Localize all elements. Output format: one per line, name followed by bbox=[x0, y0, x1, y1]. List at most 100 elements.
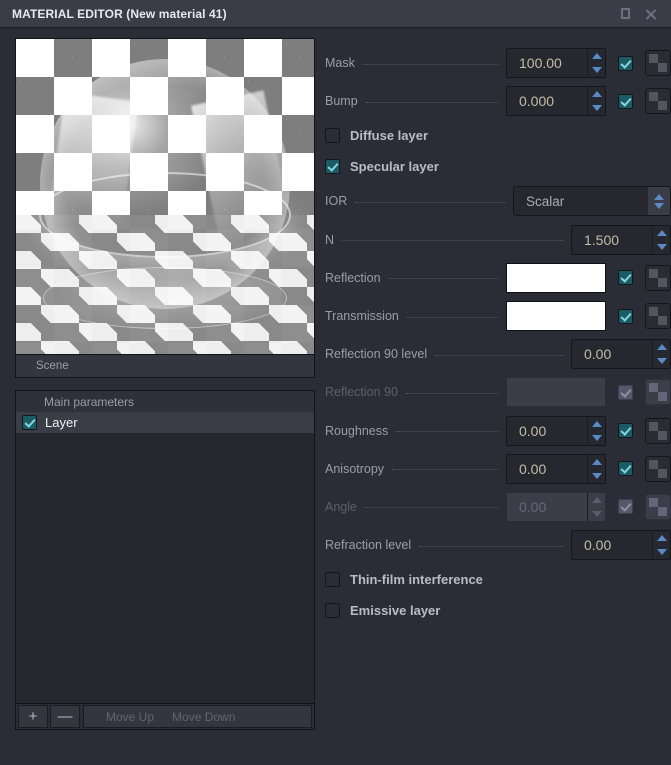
leader-dots bbox=[435, 355, 563, 356]
window-titlebar: MATERIAL EDITOR (New material 41) bbox=[0, 0, 671, 28]
remove-layer-button[interactable]: — bbox=[50, 705, 80, 728]
layer-list-toolbar: + — Move Up Move Down bbox=[16, 703, 314, 729]
anisotropy-stepper[interactable] bbox=[587, 455, 605, 483]
restore-window-button[interactable] bbox=[617, 6, 633, 22]
roughness-spinbox[interactable]: 0.00 bbox=[506, 416, 606, 446]
roughness-texture-button[interactable] bbox=[645, 418, 671, 444]
material-preview-viewport[interactable] bbox=[15, 38, 315, 355]
mask-texture-button[interactable] bbox=[645, 50, 671, 76]
stepper-down-icon[interactable] bbox=[653, 240, 670, 254]
mask-value[interactable]: 100.00 bbox=[507, 49, 587, 77]
stepper-up-icon[interactable] bbox=[588, 87, 605, 101]
roughness-value[interactable]: 0.00 bbox=[507, 417, 587, 445]
property-row-reflection-90-level: Reflection 90 level0.00 bbox=[325, 335, 671, 373]
bump-value[interactable]: 0.000 bbox=[507, 87, 587, 115]
transmission-enable-checkbox[interactable] bbox=[618, 309, 633, 324]
toggle-row-diffuse-layer[interactable]: Diffuse layer bbox=[325, 120, 671, 151]
layer-list-header: Main parameters bbox=[16, 391, 314, 412]
preview-scene-bar[interactable]: Scene bbox=[15, 354, 315, 378]
reflection-90-level-value[interactable]: 0.00 bbox=[572, 340, 652, 368]
anisotropy-enable-checkbox[interactable] bbox=[618, 461, 633, 476]
angle-stepper[interactable] bbox=[587, 493, 605, 521]
leader-dots bbox=[407, 317, 498, 318]
n-value[interactable]: 1.500 bbox=[572, 226, 652, 254]
reflection-90-level-spinbox[interactable]: 0.00 bbox=[571, 339, 671, 369]
transmission-label: Transmission bbox=[325, 309, 405, 323]
toggle-row-emissive-layer[interactable]: Emissive layer bbox=[325, 595, 671, 626]
bump-enable-checkbox[interactable] bbox=[618, 94, 633, 109]
reflection-label: Reflection bbox=[325, 271, 387, 285]
property-row-mask: Mask100.00 bbox=[325, 44, 671, 82]
window-controls bbox=[617, 6, 665, 22]
specular-layer-checkbox[interactable] bbox=[325, 159, 340, 174]
n-label: N bbox=[325, 233, 340, 247]
refraction-level-label: Refraction level bbox=[325, 538, 417, 552]
property-row-anisotropy: Anisotropy0.00 bbox=[325, 450, 671, 488]
stepper-down-icon[interactable] bbox=[588, 507, 605, 521]
stepper-down-icon[interactable] bbox=[653, 545, 670, 559]
property-row-bump: Bump0.000 bbox=[325, 82, 671, 120]
roughness-enable-checkbox[interactable] bbox=[618, 423, 633, 438]
bump-spinbox[interactable]: 0.000 bbox=[506, 86, 606, 116]
anisotropy-value[interactable]: 0.00 bbox=[507, 455, 587, 483]
transmission-color-swatch[interactable] bbox=[506, 301, 606, 331]
move-up-button[interactable]: Move Up bbox=[106, 710, 154, 724]
move-down-button[interactable]: Move Down bbox=[172, 710, 235, 724]
stepper-up-icon[interactable] bbox=[588, 455, 605, 469]
reflection-90-enable-checkbox bbox=[618, 385, 633, 400]
property-row-reflection-90: Reflection 90 bbox=[325, 373, 671, 411]
bump-texture-button[interactable] bbox=[645, 88, 671, 114]
transmission-texture-button[interactable] bbox=[645, 303, 671, 329]
angle-enable-checkbox bbox=[618, 499, 633, 514]
n-stepper[interactable] bbox=[652, 226, 670, 254]
reflection-enable-checkbox[interactable] bbox=[618, 270, 633, 285]
reflection-color-swatch[interactable] bbox=[506, 263, 606, 293]
n-spinbox[interactable]: 1.500 bbox=[571, 225, 671, 255]
bump-stepper[interactable] bbox=[587, 87, 605, 115]
specular-layer-label: Specular layer bbox=[350, 159, 439, 174]
chevron-updown-icon[interactable] bbox=[648, 187, 670, 215]
thin-film-interference-checkbox[interactable] bbox=[325, 572, 340, 587]
roughness-stepper[interactable] bbox=[587, 417, 605, 445]
reflection-texture-button[interactable] bbox=[645, 265, 671, 291]
leader-dots bbox=[342, 240, 563, 241]
emissive-layer-checkbox[interactable] bbox=[325, 603, 340, 618]
angle-label: Angle bbox=[325, 500, 363, 514]
diffuse-layer-checkbox[interactable] bbox=[325, 128, 340, 143]
list-item[interactable]: Layer bbox=[16, 412, 314, 433]
refraction-level-value[interactable]: 0.00 bbox=[572, 531, 652, 559]
ior-dropdown[interactable]: Scalar bbox=[513, 186, 671, 216]
stepper-up-icon[interactable] bbox=[588, 493, 605, 507]
reflection-90-level-stepper[interactable] bbox=[652, 340, 670, 368]
anisotropy-texture-button[interactable] bbox=[645, 456, 671, 482]
close-window-button[interactable] bbox=[643, 6, 659, 22]
toggle-row-thin-film-interference[interactable]: Thin-film interference bbox=[325, 564, 671, 595]
stepper-down-icon[interactable] bbox=[588, 63, 605, 77]
add-layer-button[interactable]: + bbox=[18, 705, 48, 728]
leader-dots bbox=[365, 507, 498, 508]
stepper-up-icon[interactable] bbox=[588, 417, 605, 431]
layer-enabled-checkbox[interactable] bbox=[22, 415, 37, 430]
reflection-90-label: Reflection 90 bbox=[325, 385, 404, 399]
stepper-down-icon[interactable] bbox=[588, 101, 605, 115]
property-row-angle: Angle 0.00 bbox=[325, 488, 671, 526]
stepper-up-icon[interactable] bbox=[653, 340, 670, 354]
anisotropy-spinbox[interactable]: 0.00 bbox=[506, 454, 606, 484]
stepper-up-icon[interactable] bbox=[653, 226, 670, 240]
angle-value[interactable]: 0.00 bbox=[507, 493, 587, 521]
stepper-down-icon[interactable] bbox=[588, 431, 605, 445]
leader-dots bbox=[366, 102, 498, 103]
toggle-row-specular-layer[interactable]: Specular layer bbox=[325, 151, 671, 182]
mask-enable-checkbox[interactable] bbox=[618, 56, 633, 71]
property-rows: Mask100.00Bump0.000Diffuse layer Specular… bbox=[325, 44, 671, 626]
refraction-level-spinbox[interactable]: 0.00 bbox=[571, 530, 671, 560]
stepper-up-icon[interactable] bbox=[588, 49, 605, 63]
mask-stepper[interactable] bbox=[587, 49, 605, 77]
angle-spinbox[interactable]: 0.00 bbox=[506, 492, 606, 522]
refraction-level-stepper[interactable] bbox=[652, 531, 670, 559]
editor-body: Scene Main parameters Layer + — Move Up … bbox=[0, 28, 671, 765]
mask-spinbox[interactable]: 100.00 bbox=[506, 48, 606, 78]
stepper-down-icon[interactable] bbox=[588, 469, 605, 483]
stepper-up-icon[interactable] bbox=[653, 531, 670, 545]
stepper-down-icon[interactable] bbox=[653, 354, 670, 368]
